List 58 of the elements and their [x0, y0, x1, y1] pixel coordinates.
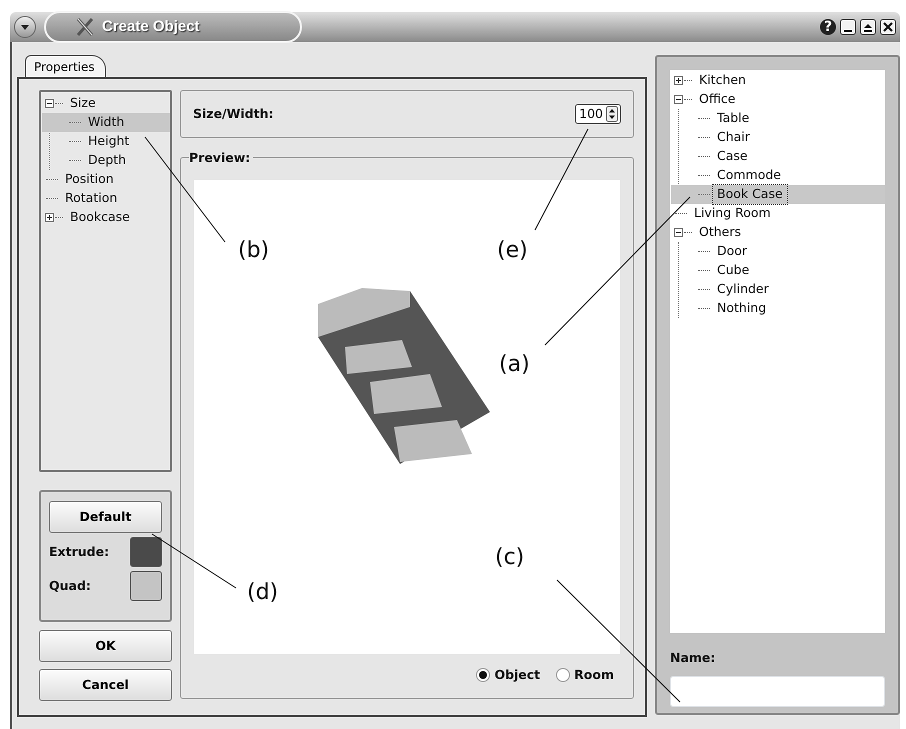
default-button[interactable]: Default — [49, 501, 162, 533]
expand-icon[interactable] — [45, 213, 54, 222]
minimize-icon — [844, 30, 852, 32]
tab[interactable]: Properties — [25, 55, 106, 77]
app-logo-icon — [76, 17, 94, 37]
tree-item[interactable]: Depth — [42, 151, 170, 170]
tree-item[interactable]: Office — [670, 90, 885, 109]
number-field[interactable]: 100 — [575, 104, 621, 124]
tree-item[interactable]: Door — [671, 242, 885, 261]
tree-item[interactable]: Nothing — [671, 299, 885, 318]
expand-icon[interactable] — [674, 76, 683, 85]
annotation-label: (a) — [499, 354, 530, 376]
radio-button[interactable] — [476, 668, 490, 682]
annotation-label: (d) — [247, 582, 278, 604]
tree-item[interactable]: Kitchen — [670, 71, 885, 90]
help-button[interactable]: ? — [820, 19, 836, 35]
color-swatch[interactable] — [130, 537, 162, 567]
tree-item[interactable]: Table — [671, 109, 885, 128]
cancel-button[interactable]: Cancel — [39, 669, 172, 701]
maximize-icon — [863, 22, 873, 32]
field-label: Extrude: — [49, 542, 110, 561]
field-label: Name: — [670, 649, 716, 667]
color-swatch[interactable] — [130, 571, 162, 601]
close-icon — [883, 22, 893, 32]
spin-arrows-icon[interactable] — [606, 106, 618, 122]
minimize-button[interactable] — [840, 19, 856, 35]
tree-item[interactable]: Book Case — [671, 185, 885, 204]
collapse-icon[interactable] — [45, 99, 54, 108]
tree-item[interactable]: Case — [671, 147, 885, 166]
tree-item[interactable]: Position — [41, 170, 170, 189]
radio-label: Object — [494, 666, 540, 684]
tree-item[interactable]: Living Room — [670, 204, 885, 223]
tree-item[interactable]: Bookcase — [41, 208, 170, 227]
tree-item[interactable]: Height — [42, 132, 170, 151]
ok-button[interactable]: OK — [39, 630, 172, 662]
tree-item[interactable]: Commode — [671, 166, 885, 185]
tree-item[interactable]: Cylinder — [671, 280, 885, 299]
radio-button[interactable] — [556, 668, 570, 682]
annotation-label: (e) — [497, 240, 528, 262]
name-field[interactable] — [670, 676, 885, 707]
close-button[interactable] — [880, 19, 896, 35]
tree-item[interactable]: Cube — [671, 261, 885, 280]
collapse-icon[interactable] — [674, 95, 683, 104]
tree-item[interactable]: Rotation — [41, 189, 170, 208]
radio-label: Room — [574, 666, 614, 684]
tree-item[interactable]: Width — [42, 113, 170, 132]
annotation-label: (c) — [495, 547, 524, 569]
field-label: Quad: — [49, 576, 91, 595]
tree-item[interactable]: Size — [41, 94, 170, 113]
maximize-button[interactable] — [860, 19, 876, 35]
tree-item[interactable]: Chair — [671, 128, 885, 147]
annotation-label: (b) — [238, 240, 270, 262]
field-label: Size/Width: — [193, 104, 274, 123]
collapse-icon[interactable] — [674, 228, 683, 237]
tree-item[interactable]: Others — [670, 223, 885, 242]
window-title: Create Object — [102, 16, 200, 37]
caret-icon — [20, 23, 30, 31]
menu-button[interactable] — [14, 16, 36, 38]
